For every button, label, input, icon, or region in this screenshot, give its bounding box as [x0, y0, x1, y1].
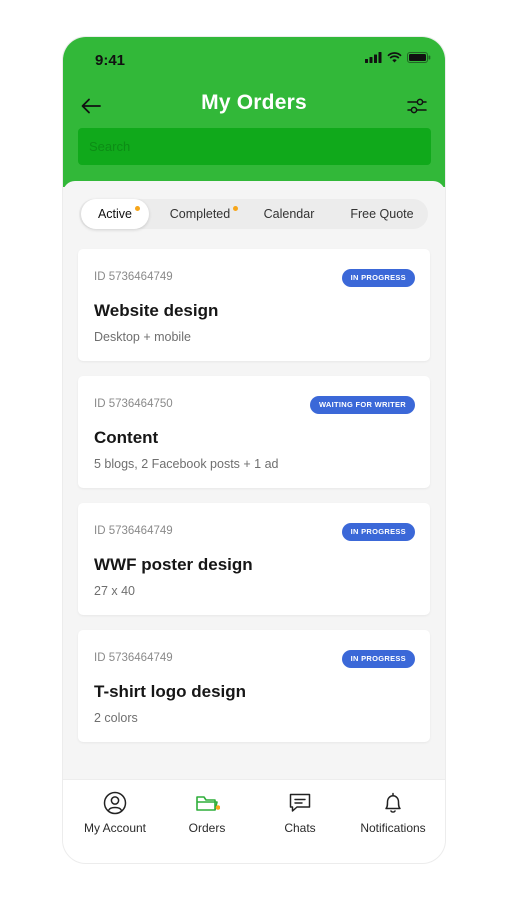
bell-icon	[385, 792, 401, 813]
nav-item-notifications[interactable]: Notifications	[345, 790, 441, 846]
status-time: 9:41	[95, 52, 126, 69]
order-detail: Desktop + mobile	[94, 330, 191, 344]
order-id: ID 5736464749	[94, 525, 173, 537]
signal-icon	[365, 52, 382, 63]
order-card[interactable]: ID 5736464750 WAITING FOR WRITER Content…	[78, 376, 430, 488]
nav-item-my-account[interactable]: My Account	[67, 790, 163, 846]
order-detail: 27 x 40	[94, 584, 136, 598]
order-detail: 2 colors	[94, 711, 138, 725]
status-badge: IN PROGRESS	[341, 269, 415, 287]
order-detail: 5 blogs, 2 Facebook posts + 1 ad	[94, 457, 279, 471]
tab-active[interactable]: Active	[81, 199, 149, 229]
order-id: ID 5736464749	[94, 652, 173, 664]
order-card[interactable]: ID 5736464749 IN PROGRESS Website design…	[78, 249, 430, 361]
page-title: My Orders	[201, 91, 307, 114]
filter-button[interactable]	[403, 93, 431, 119]
orders-content: Active Completed Calendar Free Quote ID …	[63, 181, 445, 781]
status-badge: IN PROGRESS	[341, 523, 415, 541]
bottom-nav: My Account Orders Chats Notifications	[63, 779, 445, 863]
nav-label: My Account	[83, 821, 147, 835]
notification-dot	[135, 206, 140, 211]
order-title: Content	[94, 428, 159, 447]
tab-label: Completed	[169, 207, 231, 221]
order-card[interactable]: ID 5736464749 IN PROGRESS T-shirt logo d…	[78, 630, 430, 742]
nav-label: Notifications	[360, 821, 426, 835]
tab-label: Calendar	[263, 207, 315, 221]
nav-item-chats[interactable]: Chats	[252, 790, 348, 846]
tab-calendar[interactable]: Calendar	[249, 199, 329, 229]
chat-icon	[289, 793, 311, 812]
nav-label: Chats	[284, 821, 316, 835]
folder-icon	[196, 796, 220, 811]
filter-sliders-icon	[407, 98, 427, 114]
notification-dot	[233, 206, 238, 211]
search-input[interactable]	[78, 128, 431, 165]
order-title: T-shirt logo design	[94, 682, 247, 701]
order-tabs: Active Completed Calendar Free Quote	[79, 199, 428, 229]
tab-label: Active	[97, 207, 133, 221]
status-badge: WAITING FOR WRITER	[309, 396, 415, 414]
status-icons	[365, 52, 431, 63]
order-id: ID 5736464749	[94, 271, 173, 283]
status-bar: 9:41	[63, 37, 445, 83]
nav-label: Orders	[188, 821, 226, 835]
order-title: Website design	[94, 301, 219, 320]
order-card[interactable]: ID 5736464749 IN PROGRESS WWF poster des…	[78, 503, 430, 615]
order-title: WWF poster design	[94, 555, 253, 574]
nav-row: My Orders	[63, 89, 445, 123]
order-id: ID 5736464750	[94, 398, 173, 410]
header: 9:41 My Orders Search	[63, 37, 445, 187]
tab-completed[interactable]: Completed	[159, 199, 241, 229]
phone-screen: 9:41 My Orders Search Active Completed C…	[62, 36, 446, 864]
status-badge: IN PROGRESS	[341, 650, 415, 668]
account-icon	[103, 791, 127, 815]
wifi-icon	[387, 52, 402, 63]
tab-free-quote[interactable]: Free Quote	[337, 199, 427, 229]
tab-label: Free Quote	[350, 207, 414, 221]
nav-item-orders[interactable]: Orders	[159, 790, 255, 846]
battery-icon	[407, 52, 431, 63]
